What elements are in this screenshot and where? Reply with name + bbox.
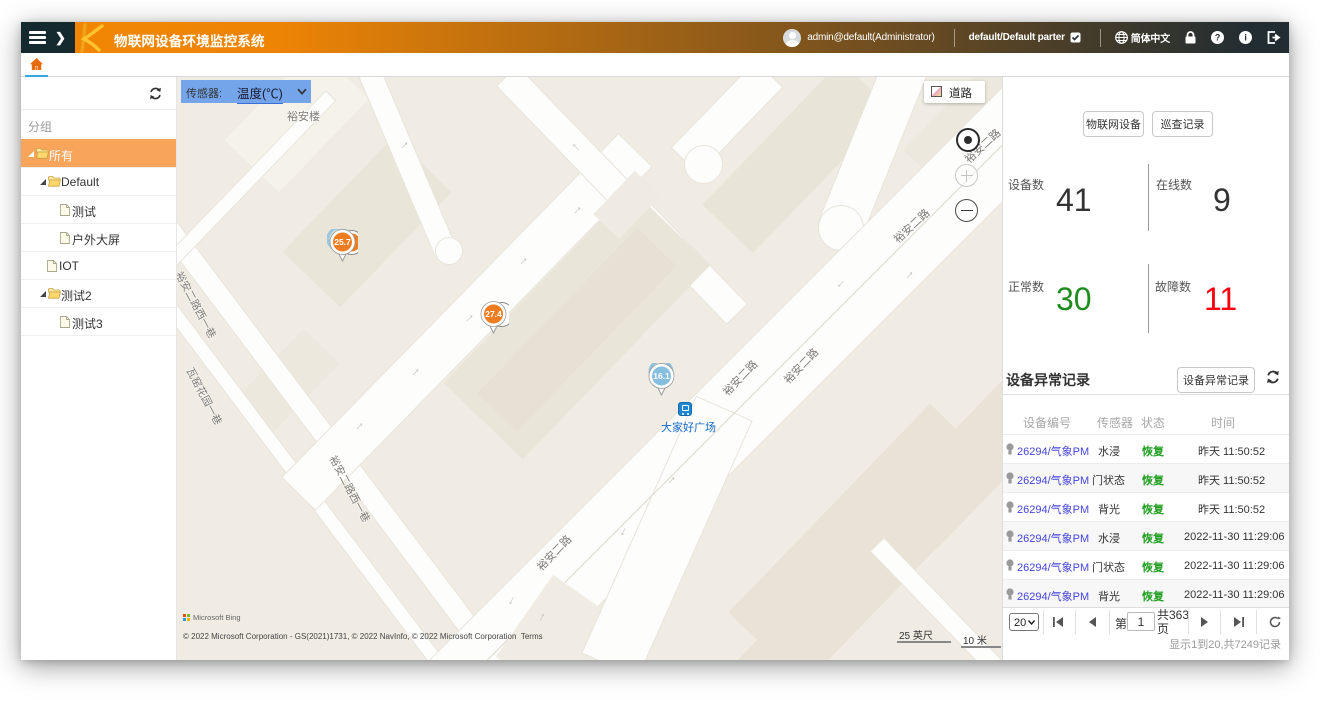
svg-text:?: ? [1215,33,1220,43]
svg-text:27.4: 27.4 [485,309,502,319]
svg-text:25.7: 25.7 [334,237,351,247]
svg-text:16.1: 16.1 [653,371,670,381]
svg-text:i: i [1244,33,1246,43]
